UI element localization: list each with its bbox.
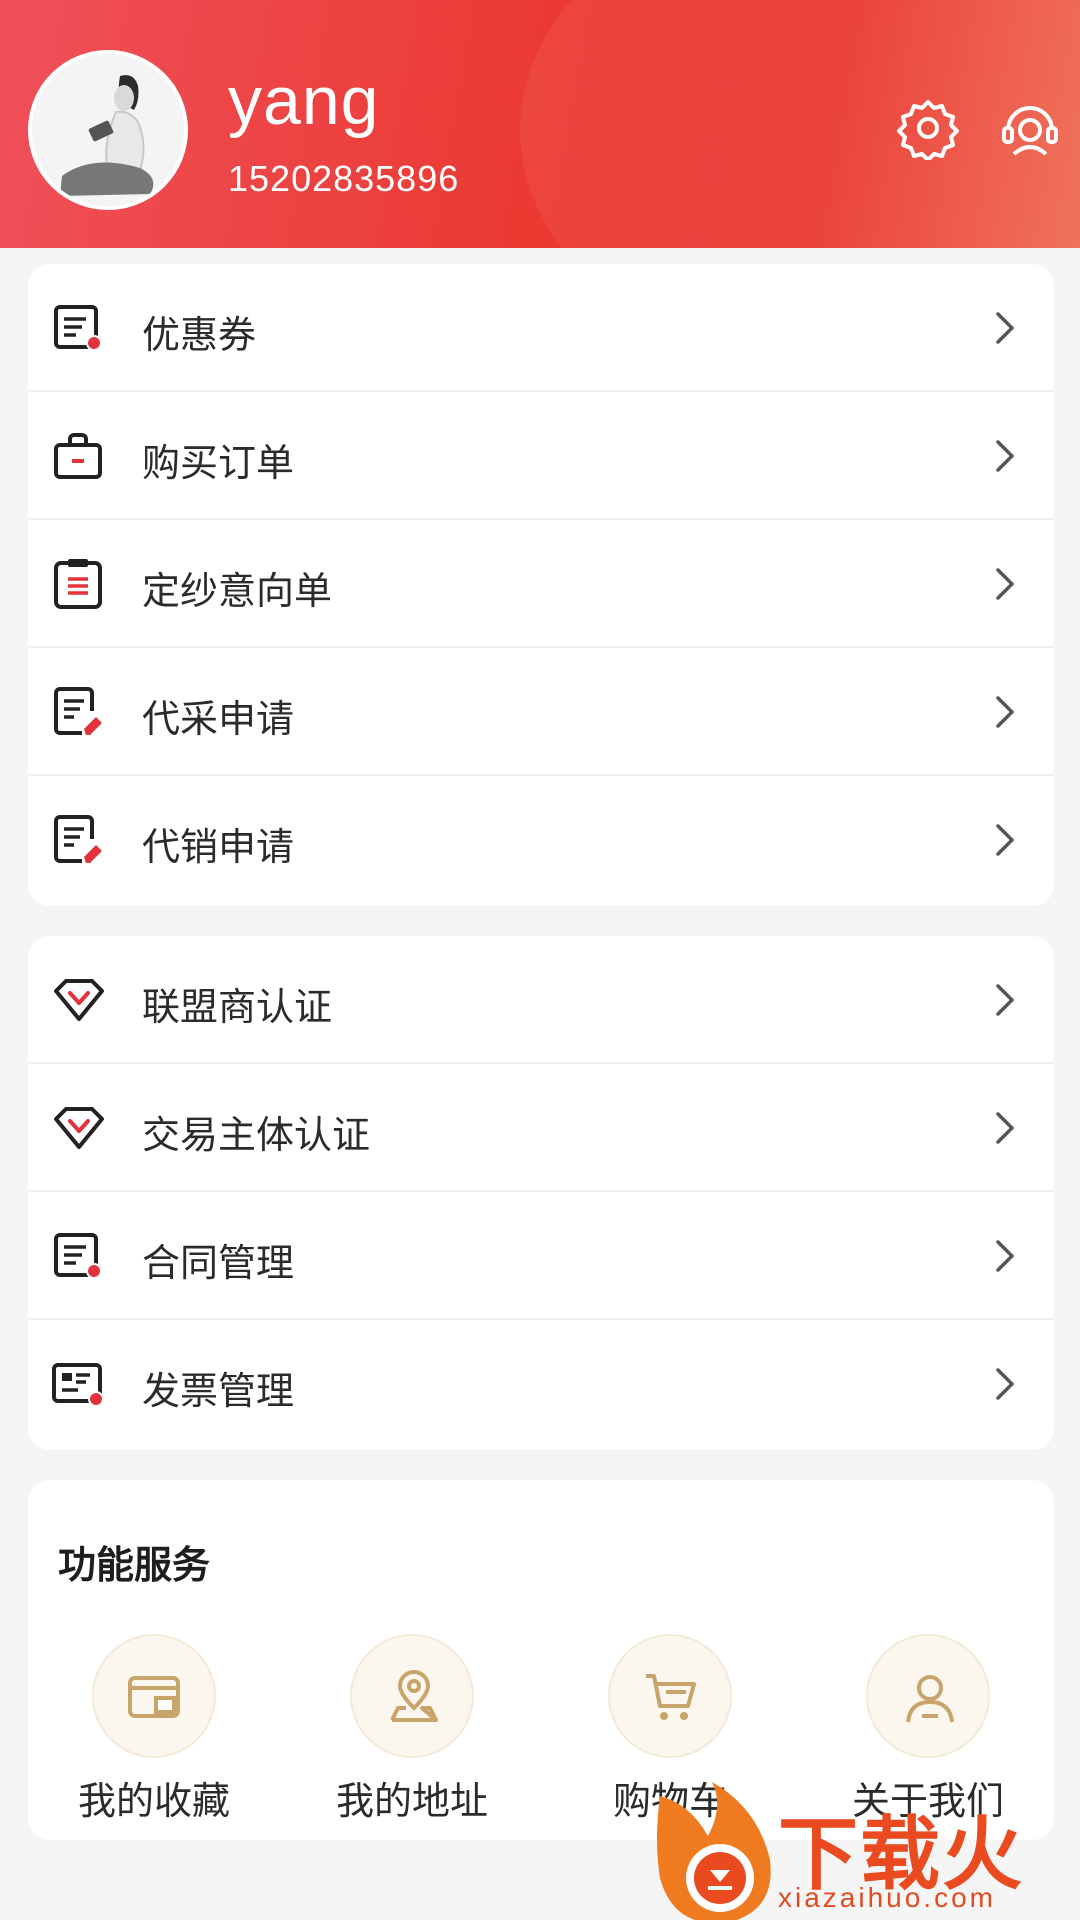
invoice-icon: [52, 1357, 106, 1411]
menu-item-label: 合同管理: [142, 1241, 295, 1285]
menu-item-label: 发票管理: [142, 1369, 295, 1413]
menu-item-alliance-certification[interactable]: 联盟商认证: [28, 936, 1054, 1064]
chevron-right-icon: [986, 438, 1022, 474]
service-label: 我的收藏: [77, 1779, 230, 1823]
chevron-right-icon: [986, 694, 1022, 730]
chevron-right-icon: [986, 1366, 1022, 1402]
menu-item-procurement-request[interactable]: 代采申请: [28, 648, 1054, 776]
chevron-right-icon: [986, 1238, 1022, 1274]
shopping-cart-icon: [608, 1634, 732, 1758]
diamond-icon: [52, 973, 106, 1027]
profile-header: yang 15202835896: [0, 0, 1080, 248]
contract-icon: [52, 1229, 106, 1283]
chevron-right-icon: [986, 982, 1022, 1018]
shopping-bag-icon: [52, 429, 106, 483]
chevron-right-icon: [986, 822, 1022, 858]
menu-item-label: 优惠券: [142, 313, 257, 357]
menu-item-label: 交易主体认证: [142, 1113, 371, 1157]
diamond-icon: [52, 1101, 106, 1155]
certification-menu-card: 联盟商认证 交易主体认证 合同管理 发票管理: [28, 936, 1054, 1450]
phone-number: 15202835896: [228, 158, 460, 199]
chevron-right-icon: [986, 1110, 1022, 1146]
orders-menu-card: 优惠券 购买订单 定纱意向单 代采申请 代销申请: [28, 264, 1054, 906]
username: yang: [228, 63, 380, 139]
menu-item-consignment-request[interactable]: 代销申请: [28, 776, 1054, 904]
menu-item-invoice-management[interactable]: 发票管理: [28, 1320, 1054, 1448]
watermark-url: xiazaihuo.com: [778, 1882, 996, 1913]
chevron-right-icon: [986, 566, 1022, 602]
clipboard-icon: [52, 557, 106, 611]
document-edit-icon: [52, 685, 106, 739]
menu-item-label: 定纱意向单: [142, 569, 333, 613]
menu-item-label: 代采申请: [142, 697, 295, 741]
user-profile-icon: [866, 1634, 990, 1758]
service-favorites[interactable]: 我的收藏: [52, 1634, 252, 1834]
services-title: 功能服务: [58, 1543, 211, 1587]
menu-item-purchase-orders[interactable]: 购买订单: [28, 392, 1054, 520]
menu-item-label: 联盟商认证: [142, 985, 333, 1029]
service-address[interactable]: 我的地址: [310, 1634, 510, 1834]
location-pin-icon: [350, 1634, 474, 1758]
customer-service-icon[interactable]: [998, 96, 1062, 160]
menu-item-trading-entity-certification[interactable]: 交易主体认证: [28, 1064, 1054, 1192]
user-avatar[interactable]: [28, 50, 188, 210]
chevron-right-icon: [986, 310, 1022, 346]
settings-gear-icon[interactable]: [896, 96, 960, 162]
menu-item-label: 购买订单: [142, 441, 295, 485]
menu-item-coupons[interactable]: 优惠券: [28, 264, 1054, 392]
coupon-icon: [52, 301, 106, 355]
favorites-card-icon: [92, 1634, 216, 1758]
menu-item-contract-management[interactable]: 合同管理: [28, 1192, 1054, 1320]
document-edit-icon: [52, 813, 106, 867]
menu-item-yarn-intent-orders[interactable]: 定纱意向单: [28, 520, 1054, 648]
menu-item-label: 代销申请: [142, 825, 295, 869]
service-label: 我的地址: [335, 1779, 488, 1823]
